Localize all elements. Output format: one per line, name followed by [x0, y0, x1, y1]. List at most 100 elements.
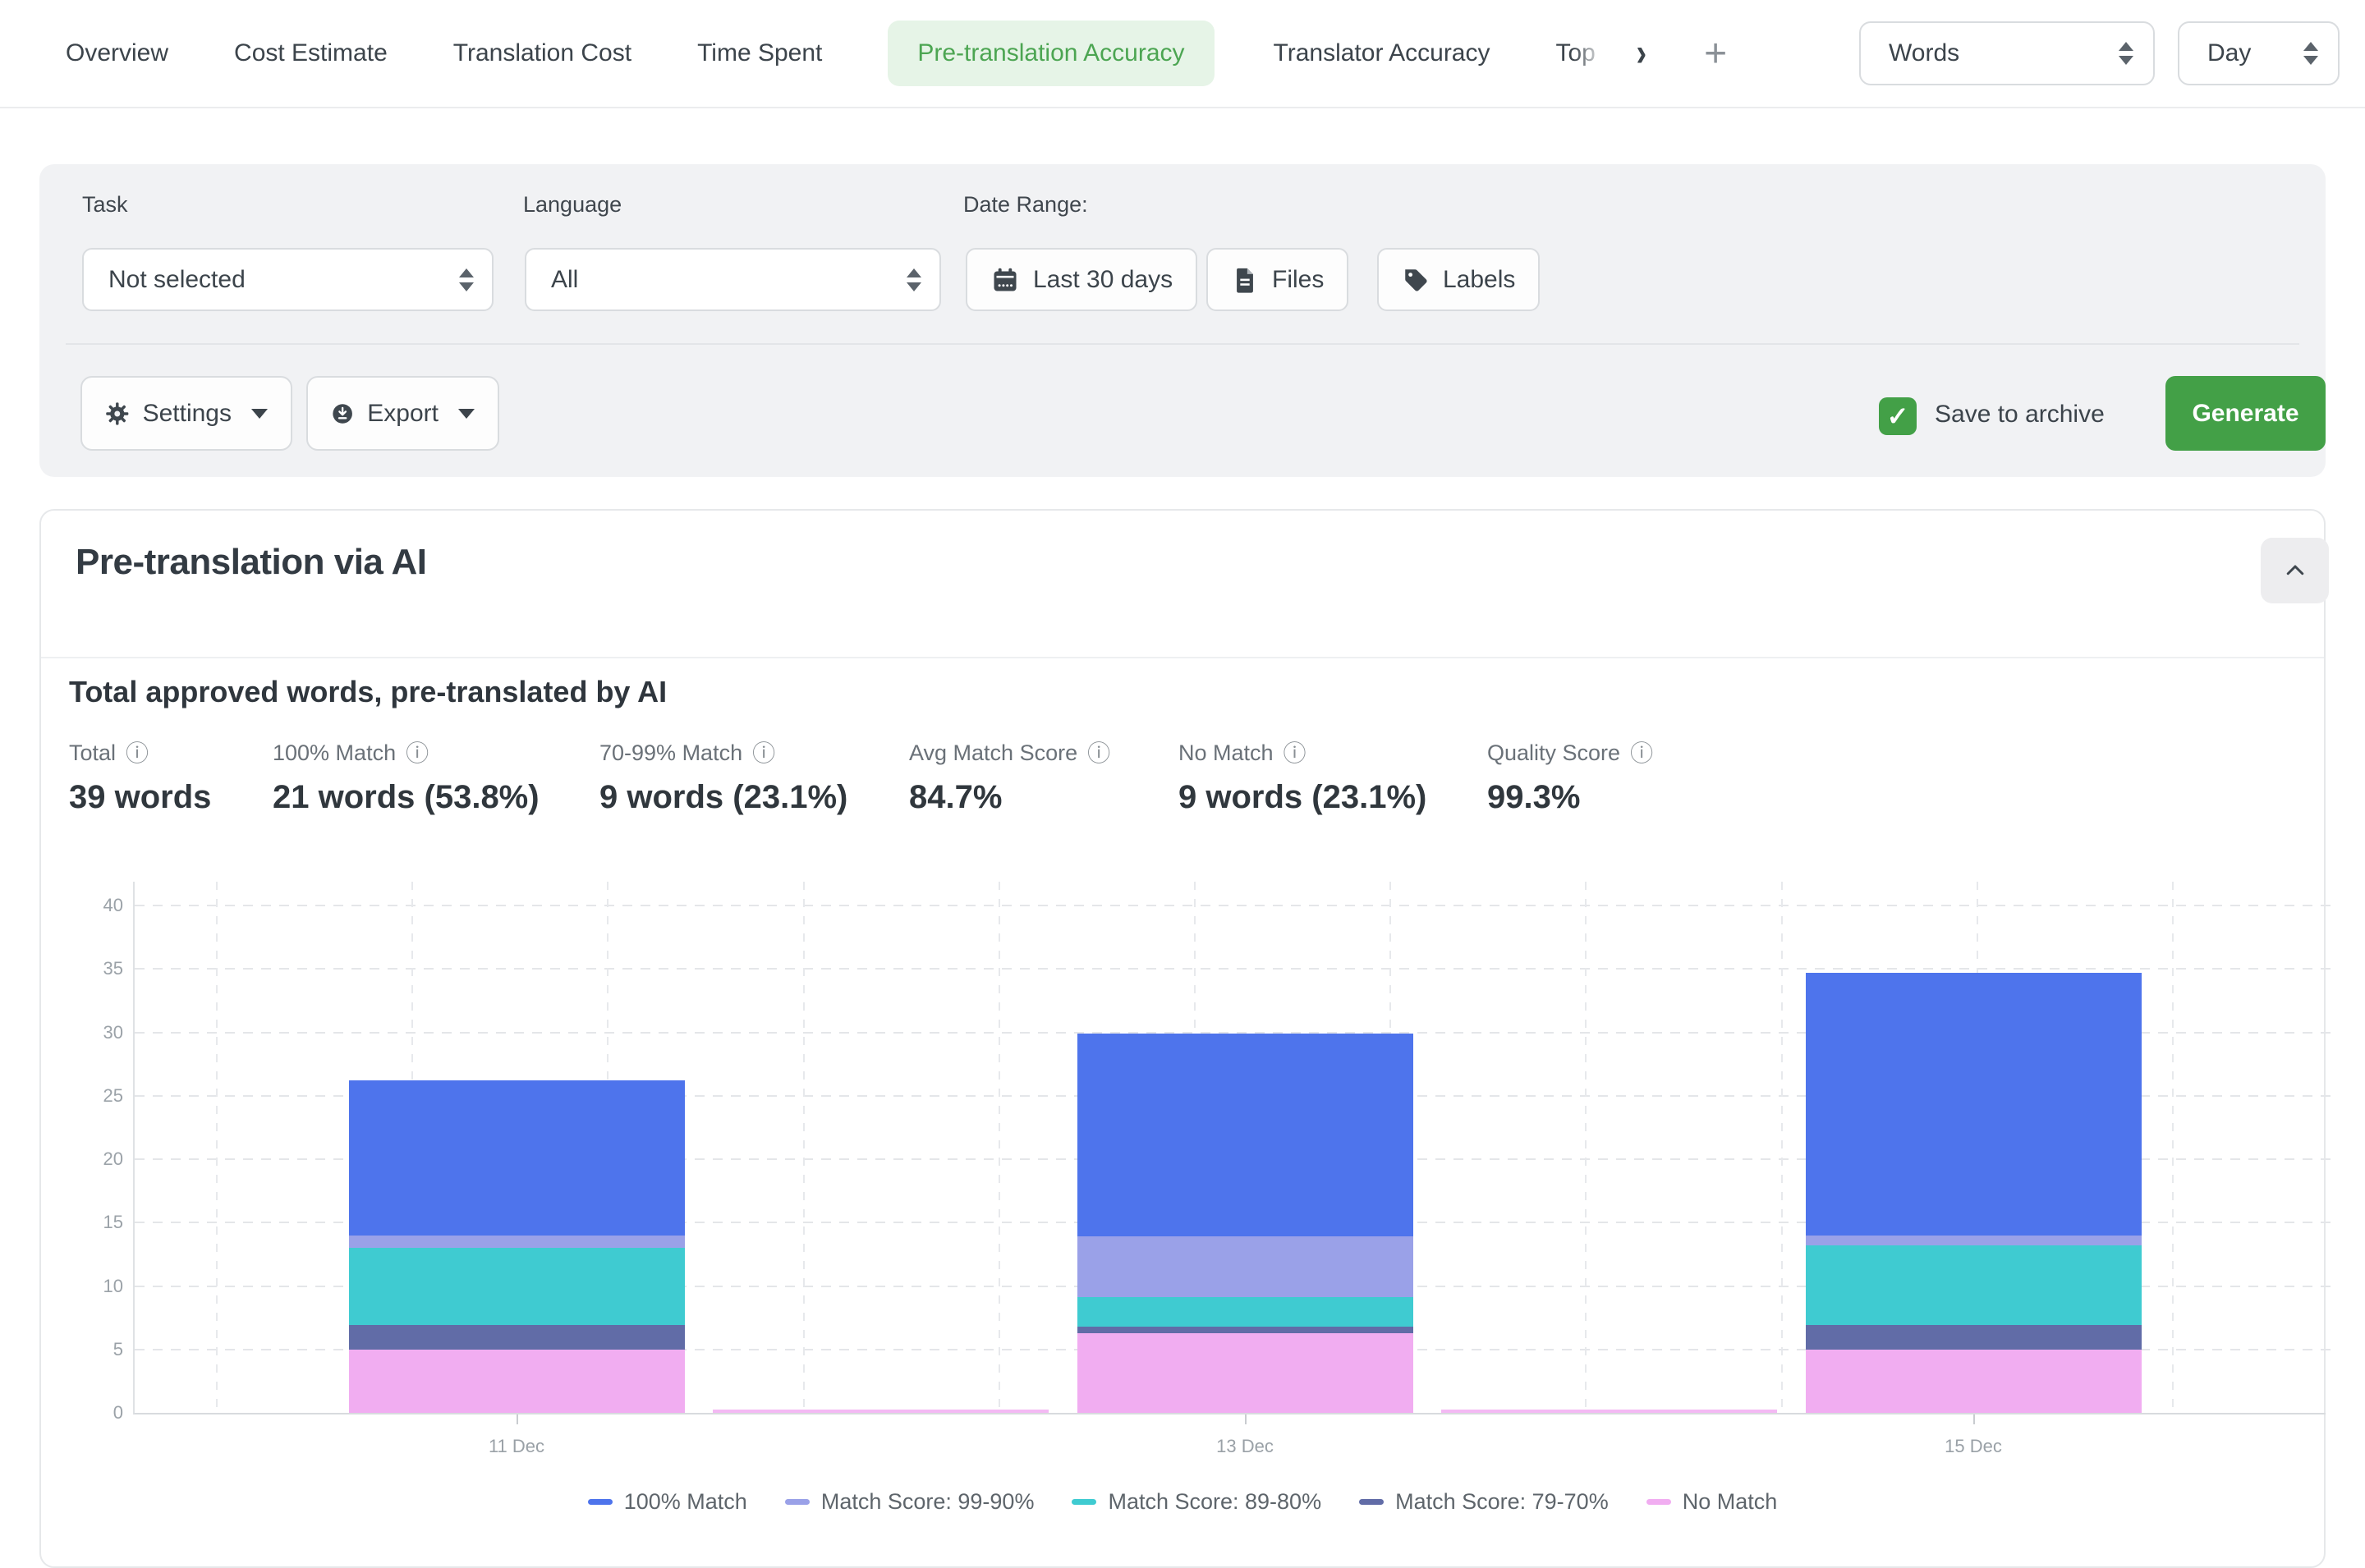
save-to-archive-checkbox[interactable]: ✓ — [1879, 397, 1917, 435]
x-axis-tick — [1245, 1414, 1247, 1424]
stat-70-99-match: 70-99% Matchⓘ 9 words (23.1%) — [599, 740, 847, 816]
tab-cost-estimate[interactable]: Cost Estimate — [234, 39, 388, 67]
stat-label: No Match — [1178, 740, 1274, 766]
stat-value: 99.3% — [1487, 779, 1653, 816]
labels-button-label: Labels — [1443, 266, 1515, 294]
gridline-v — [1781, 882, 1783, 1413]
y-axis-tick-label: 40 — [84, 895, 123, 916]
chart-section-title: Total approved words, pre-translated by … — [69, 675, 667, 709]
y-axis-tick-label: 20 — [84, 1148, 123, 1170]
y-axis-tick-label: 5 — [84, 1339, 123, 1360]
legend-item[interactable]: Match Score: 99-90% — [785, 1489, 1035, 1515]
legend-item[interactable]: Match Score: 79-70% — [1359, 1489, 1609, 1515]
calendar-icon — [990, 265, 1020, 295]
legend-item[interactable]: 100% Match — [588, 1489, 747, 1515]
y-axis-tick-label: 25 — [84, 1085, 123, 1107]
x-axis-tick-label: 11 Dec — [451, 1436, 582, 1457]
gridline-v — [803, 882, 805, 1413]
files-filter-button[interactable]: Files — [1206, 248, 1348, 311]
tab-translation-cost[interactable]: Translation Cost — [453, 39, 631, 67]
language-label: Language — [523, 192, 622, 218]
language-select-value: All — [551, 266, 578, 294]
caret-down-icon — [458, 409, 475, 419]
tag-icon — [1402, 266, 1430, 294]
task-label: Task — [82, 192, 128, 218]
gridline-v — [999, 882, 1000, 1413]
panel-title: Pre-translation via AI — [76, 542, 427, 583]
filters-panel: Task Language Date Range: Not selected A… — [39, 164, 2326, 477]
gridline-h — [135, 968, 2332, 970]
info-icon[interactable]: ⓘ — [1630, 742, 1653, 765]
save-to-archive-label[interactable]: Save to archive — [1935, 401, 2105, 429]
stat-label: Quality Score — [1487, 740, 1620, 766]
stat-label: Avg Match Score — [909, 740, 1077, 766]
legend-label: No Match — [1683, 1489, 1778, 1515]
x-axis-tick — [1973, 1414, 1975, 1424]
stat-100-match: 100% Matchⓘ 21 words (53.8%) — [273, 740, 540, 816]
info-icon[interactable]: ⓘ — [752, 742, 775, 765]
legend-item[interactable]: No Match — [1646, 1489, 1778, 1515]
collapse-panel-button[interactable] — [2261, 538, 2329, 603]
add-report-tab-button[interactable]: + — [1704, 31, 1727, 76]
x-axis-tick-label: 15 Dec — [1908, 1436, 2039, 1457]
bar-segment — [1077, 1034, 1413, 1236]
bar-segment — [1806, 973, 2142, 1236]
generate-button[interactable]: Generate — [2165, 376, 2326, 451]
select-stepper-icon — [2303, 42, 2318, 65]
near-zero-bar — [1441, 1410, 1777, 1413]
settings-dropdown-button[interactable]: Settings — [80, 376, 292, 451]
tab-top-truncated[interactable]: Top — [1556, 39, 1607, 67]
chevron-up-icon — [2283, 558, 2308, 583]
settings-button-label: Settings — [143, 400, 232, 428]
files-button-label: Files — [1272, 266, 1324, 294]
check-icon: ✓ — [1887, 401, 1909, 432]
stacked-bar-13-dec[interactable] — [1077, 1034, 1413, 1413]
file-icon — [1231, 266, 1259, 294]
bar-segment — [1806, 1350, 2142, 1413]
task-select[interactable]: Not selected — [82, 248, 494, 311]
bar-segment — [1077, 1236, 1413, 1297]
date-range-label: Date Range: — [963, 192, 1088, 218]
bar-segment — [1806, 1236, 2142, 1245]
info-icon[interactable]: ⓘ — [406, 742, 429, 765]
y-axis-tick-label: 15 — [84, 1212, 123, 1233]
bar-segment — [1806, 1245, 2142, 1325]
date-range-button[interactable]: Last 30 days — [966, 248, 1197, 311]
labels-filter-button[interactable]: Labels — [1377, 248, 1540, 311]
tab-time-spent[interactable]: Time Spent — [697, 39, 822, 67]
export-button-label: Export — [367, 400, 439, 428]
export-dropdown-button[interactable]: Export — [306, 376, 499, 451]
stat-no-match: No Matchⓘ 9 words (23.1%) — [1178, 740, 1426, 816]
info-icon[interactable]: ⓘ — [126, 742, 149, 765]
legend-item[interactable]: Match Score: 89-80% — [1072, 1489, 1321, 1515]
legend-marker — [588, 1499, 613, 1505]
bar-segment — [1077, 1297, 1413, 1327]
tabs-overflow-chevron-icon[interactable]: › — [1637, 31, 1647, 76]
legend-marker — [1646, 1499, 1671, 1505]
stat-value: 9 words (23.1%) — [599, 779, 847, 816]
plot-area: 051015202530354011 Dec13 Dec15 Dec — [133, 882, 2326, 1414]
tab-overview[interactable]: Overview — [66, 39, 168, 67]
download-icon — [331, 398, 354, 429]
tab-translator-accuracy[interactable]: Translator Accuracy — [1274, 39, 1490, 67]
stat-avg-match-score: Avg Match Score ⓘ 84.7% — [909, 740, 1110, 816]
unit-select[interactable]: Words — [1859, 21, 2155, 85]
y-axis-tick-label: 0 — [84, 1402, 123, 1424]
gridline-h — [135, 905, 2332, 906]
stacked-bar-15-dec[interactable] — [1806, 973, 2142, 1413]
info-icon[interactable]: ⓘ — [1087, 742, 1110, 765]
y-axis-tick-label: 30 — [84, 1022, 123, 1043]
tab-pre-translation-accuracy[interactable]: Pre-translation Accuracy — [888, 21, 1214, 86]
y-axis-tick-label: 35 — [84, 958, 123, 979]
stat-value: 84.7% — [909, 779, 1110, 816]
bar-segment — [349, 1325, 685, 1349]
stacked-bar-11-dec[interactable] — [349, 1080, 685, 1413]
chart-legend: 100% Match Match Score: 99-90% Match Score… — [41, 1489, 2324, 1515]
period-select[interactable]: Day — [2178, 21, 2340, 85]
language-select[interactable]: All — [525, 248, 941, 311]
gridline-v — [1585, 882, 1587, 1413]
gridline-v — [216, 882, 218, 1413]
info-icon[interactable]: ⓘ — [1284, 742, 1306, 765]
caret-down-icon — [251, 409, 268, 419]
bar-segment — [1077, 1327, 1413, 1333]
